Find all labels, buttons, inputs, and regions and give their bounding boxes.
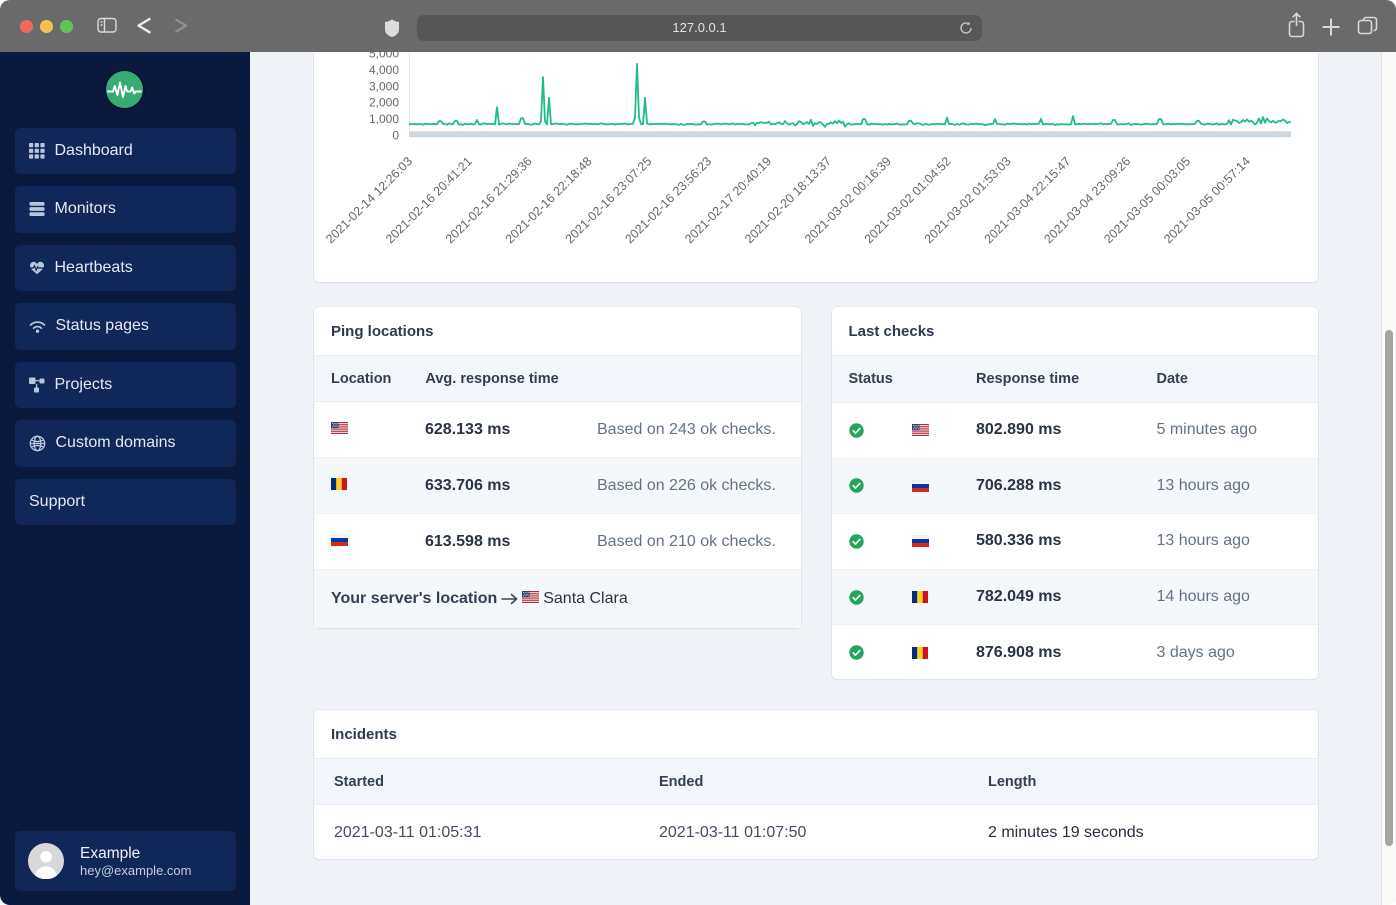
svg-text:4,000: 4,000 [369,63,399,77]
svg-text:1,000: 1,000 [369,112,399,126]
svg-text:2,000: 2,000 [369,96,399,110]
svg-text:5,000: 5,000 [369,52,399,60]
svg-text:3,000: 3,000 [369,79,399,93]
svg-text:0: 0 [392,129,399,143]
